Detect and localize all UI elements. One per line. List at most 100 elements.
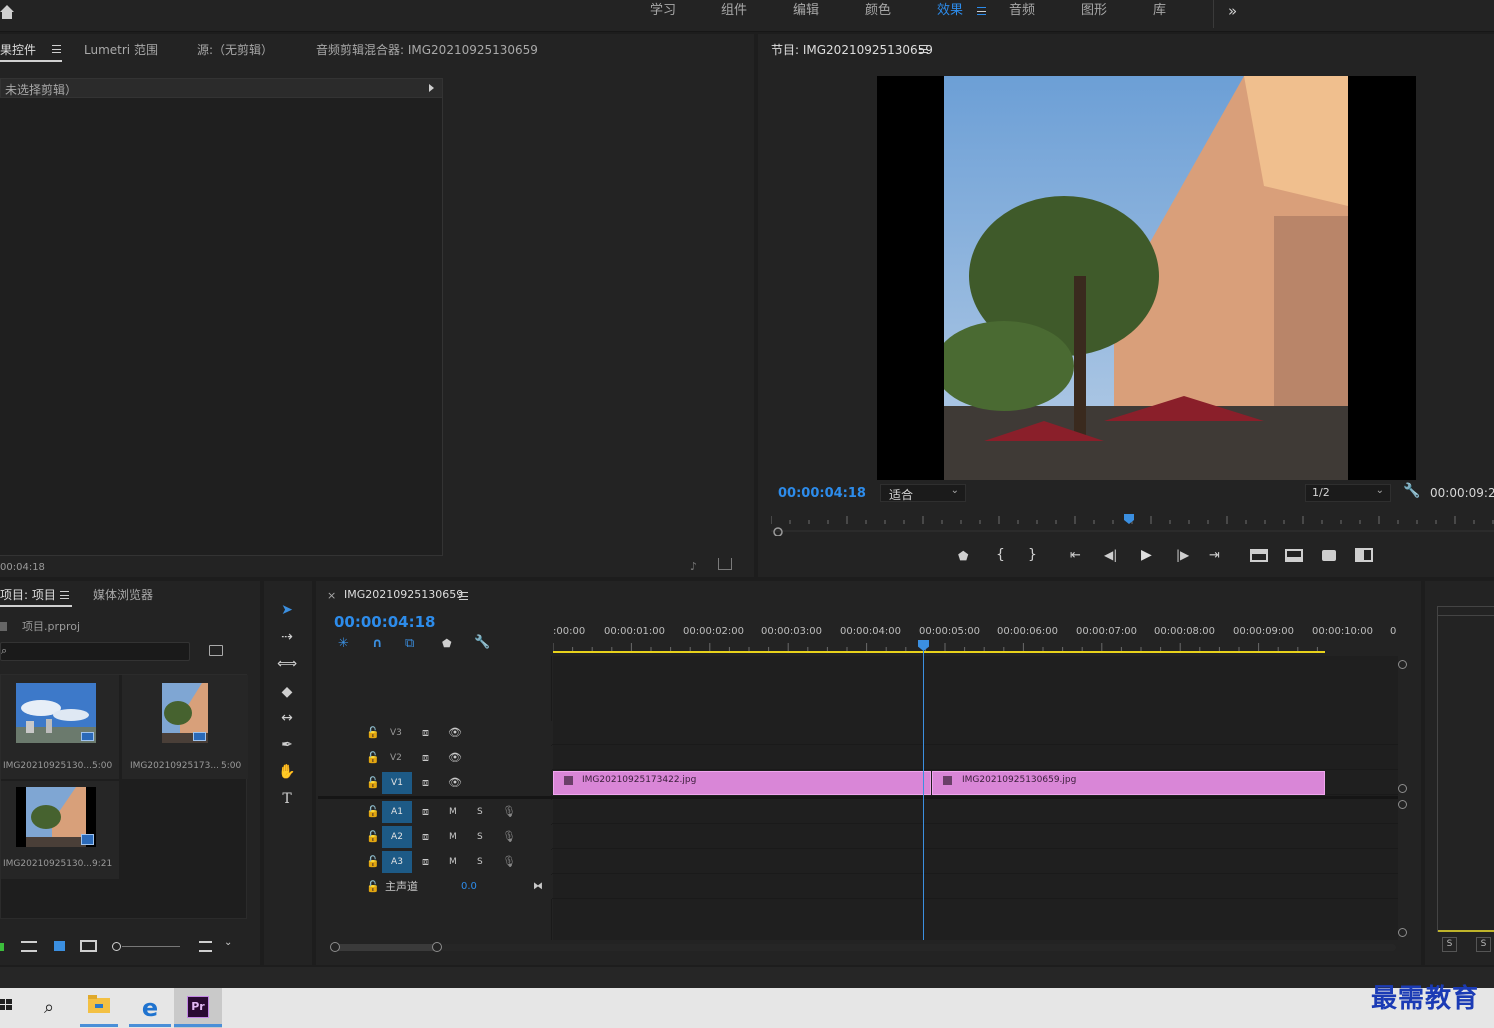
windows-start-icon[interactable]: [0, 994, 12, 1022]
ws-tab-assembly[interactable]: 组件: [721, 0, 747, 24]
export-icon[interactable]: [718, 558, 732, 570]
scrollbar-handle[interactable]: [1398, 660, 1407, 669]
zoom-slider-handle[interactable]: [112, 942, 121, 951]
audio-only-icon[interactable]: ♪: [690, 560, 704, 573]
edge-browser-icon[interactable]: e: [135, 994, 165, 1022]
mark-out-icon[interactable]: }: [1028, 547, 1037, 563]
timeline-timecode[interactable]: 00:00:04:18: [334, 613, 436, 631]
microphone-icon[interactable]: 🎙: [502, 800, 516, 824]
new-bin-icon[interactable]: [209, 645, 223, 656]
extract-icon[interactable]: [1285, 549, 1303, 562]
ws-tab-color[interactable]: 颜色: [865, 0, 891, 24]
sync-lock-icon[interactable]: ⧈: [422, 771, 429, 795]
file-explorer-icon[interactable]: [84, 994, 114, 1022]
lock-indicator-icon[interactable]: [0, 943, 4, 951]
more-workspaces-icon[interactable]: »: [1228, 0, 1237, 24]
eye-icon[interactable]: 👁: [448, 746, 462, 770]
add-marker-icon[interactable]: ⬟: [442, 637, 452, 650]
sort-icon[interactable]: [199, 941, 212, 952]
slip-tool-icon[interactable]: ↔: [276, 707, 298, 729]
type-tool-icon[interactable]: T: [276, 788, 298, 810]
master-volume-value[interactable]: 0.0: [461, 875, 477, 899]
zoom-slider[interactable]: [112, 942, 180, 951]
solo-button[interactable]: S: [477, 800, 483, 824]
effect-controls-menu-icon[interactable]: [52, 45, 61, 53]
timeline-clip[interactable]: IMG20210925130659.jpg: [932, 771, 1325, 795]
pen-tool-icon[interactable]: ✒: [276, 734, 298, 756]
timeline-settings-icon[interactable]: 🔧: [474, 635, 490, 650]
scrollbar-handle[interactable]: [432, 942, 442, 952]
sync-lock-icon[interactable]: ⧈: [422, 800, 429, 824]
mute-button[interactable]: M: [449, 850, 457, 874]
lift-icon[interactable]: [1250, 549, 1268, 562]
program-monitor-menu-icon[interactable]: [919, 45, 928, 53]
wrench-icon[interactable]: 🔧: [1403, 483, 1420, 499]
ws-tab-learn[interactable]: 学习: [650, 0, 676, 24]
nest-toggle-icon[interactable]: ✳: [338, 636, 349, 651]
project-search-input[interactable]: ⌕: [0, 642, 190, 661]
track-target-a1[interactable]: A1: [382, 801, 412, 823]
tab-effect-controls[interactable]: 效果控件: [0, 41, 36, 58]
ws-tab-effects[interactable]: 效果: [937, 0, 963, 24]
project-item[interactable]: IMG20210925130... 5:00: [1, 675, 119, 779]
step-forward-icon[interactable]: |▶: [1176, 548, 1189, 562]
meter-solo-button[interactable]: S: [1476, 937, 1491, 952]
ws-effects-menu-icon[interactable]: [977, 7, 986, 15]
eye-icon[interactable]: 👁: [448, 721, 462, 745]
go-to-in-icon[interactable]: ⇤: [1070, 548, 1081, 563]
sync-lock-icon[interactable]: ⧈: [422, 721, 429, 745]
meter-solo-button[interactable]: S: [1442, 937, 1457, 952]
tab-project[interactable]: 项目: 项目: [0, 586, 56, 603]
tab-lumetri-scopes[interactable]: Lumetri 范围: [84, 41, 158, 58]
horizontal-scrollbar[interactable]: [330, 942, 1396, 954]
freeform-view-icon[interactable]: [80, 940, 97, 952]
tab-media-browser[interactable]: 媒体浏览器: [93, 586, 153, 603]
sync-lock-icon[interactable]: ⧈: [422, 825, 429, 849]
track-target-a3[interactable]: A3: [382, 851, 412, 873]
mute-button[interactable]: M: [449, 825, 457, 849]
track-select-tool-icon[interactable]: ⇢: [276, 626, 298, 648]
close-sequence-icon[interactable]: ×: [327, 589, 336, 602]
solo-button[interactable]: S: [477, 825, 483, 849]
resolution-dropdown[interactable]: 1/2 ⌄: [1305, 484, 1391, 502]
razor-tool-icon[interactable]: ◆: [276, 681, 298, 703]
sync-lock-icon[interactable]: ⧈: [422, 850, 429, 874]
track-target-a2[interactable]: A2: [382, 826, 412, 848]
go-to-end-icon[interactable]: ⧓: [533, 875, 543, 899]
project-menu-icon[interactable]: [60, 591, 69, 599]
tab-audio-clip-mixer[interactable]: 音频剪辑混合器: IMG20210925130659: [316, 41, 538, 58]
timeline-ruler[interactable]: [553, 639, 1398, 655]
mute-button[interactable]: M: [449, 800, 457, 824]
track-target-v1[interactable]: V1: [382, 772, 412, 794]
vertical-scrollbar[interactable]: [1397, 660, 1409, 940]
ws-tab-audio[interactable]: 音频: [1009, 0, 1035, 24]
ripple-edit-tool-icon[interactable]: ⟺: [276, 653, 298, 675]
go-to-out-icon[interactable]: ⇥: [1209, 548, 1220, 563]
timeline-clip[interactable]: IMG20210925173422.jpg: [553, 771, 931, 795]
add-marker-icon[interactable]: ⬟: [958, 549, 968, 563]
linked-selection-icon[interactable]: ⧉: [405, 636, 414, 651]
solo-button[interactable]: S: [477, 850, 483, 874]
lock-icon[interactable]: 🔓: [366, 746, 380, 770]
lock-icon[interactable]: 🔓: [366, 800, 380, 824]
sequence-tab[interactable]: IMG20210925130659: [344, 588, 463, 601]
selection-tool-icon[interactable]: ➤: [276, 599, 298, 621]
program-monitor-title[interactable]: 节目: IMG20210925130659: [771, 41, 933, 58]
fit-dropdown[interactable]: 适合 ⌄: [880, 484, 966, 502]
microphone-icon[interactable]: 🎙: [502, 825, 516, 849]
lock-icon[interactable]: 🔓: [366, 875, 380, 899]
ws-tab-editing[interactable]: 编辑: [793, 0, 819, 24]
lock-icon[interactable]: 🔓: [366, 721, 380, 745]
scrollbar-handle[interactable]: [1398, 784, 1407, 793]
project-item[interactable]: IMG20210925130... 9:21: [1, 781, 119, 879]
lock-icon[interactable]: 🔓: [366, 850, 380, 874]
tab-source[interactable]: 源:（无剪辑）: [197, 41, 273, 58]
eye-icon[interactable]: 👁: [448, 771, 462, 795]
icon-view-icon[interactable]: [54, 941, 65, 951]
step-back-icon[interactable]: ◀|: [1104, 548, 1117, 562]
program-timecode[interactable]: 00:00:04:18: [778, 486, 866, 501]
list-view-icon[interactable]: [21, 941, 37, 952]
ws-tab-graphics[interactable]: 图形: [1081, 0, 1107, 24]
scroll-thumb[interactable]: [335, 944, 439, 951]
microphone-icon[interactable]: 🎙: [502, 850, 516, 874]
